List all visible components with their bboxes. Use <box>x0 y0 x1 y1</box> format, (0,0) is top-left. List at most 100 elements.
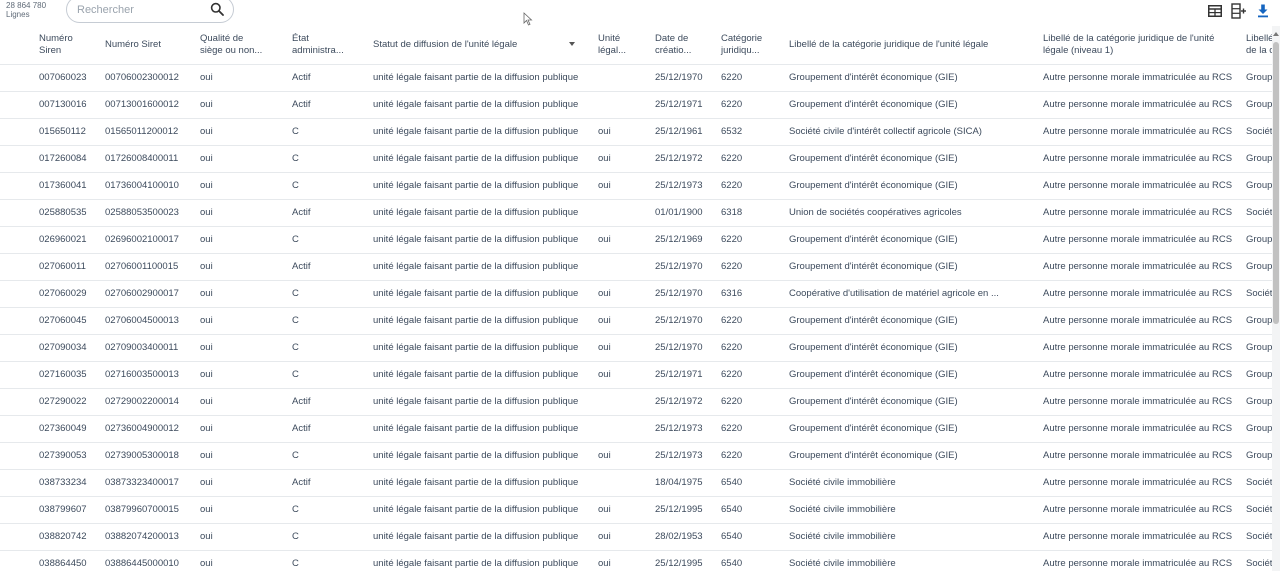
column-header-label: créatio... <box>655 44 692 56</box>
table-row[interactable]: 025880535 02588053500023 oui Actif unité lég… <box>0 199 1272 227</box>
table-row[interactable]: 038799607 03879960700015 oui Cunité légale … <box>0 496 1272 524</box>
cell-libelle-categorie: Groupement d'intérêt économique (GIE) <box>785 388 1039 416</box>
cell-libelle-categorie-extra: Group <box>1242 226 1272 254</box>
cell-libelle-categorie-niveau-1: Autre personne morale immatriculée au RC… <box>1039 199 1242 227</box>
row-count-unit: Lignes <box>6 9 30 19</box>
add-column-icon[interactable] <box>1230 2 1248 20</box>
cell-categorie-juridique: 6220 <box>717 91 785 119</box>
cell-qualite-siege: oui <box>196 199 288 227</box>
column-header-statut-diffusion[interactable]: Statut de diffusion de l'unité légale <box>369 26 594 65</box>
column-header-siren[interactable]: Numéro Siren <box>0 26 101 65</box>
table-row[interactable]: 027390053 02739005300018 oui Cunité légale … <box>0 442 1272 470</box>
search-input[interactable] <box>77 2 203 18</box>
cell-statut-diffusion: unité légale faisant partie de la diffus… <box>369 172 594 200</box>
table-row[interactable]: 027160035 02716003500013 oui Cunité légale … <box>0 361 1272 389</box>
scrollbar-thumb[interactable] <box>1273 42 1279 324</box>
table-row[interactable]: 027060045 02706004500013 oui Cunité légale … <box>0 307 1272 335</box>
cell-etat-administratif: C <box>288 523 369 551</box>
cell-categorie-juridique: 6540 <box>717 469 785 497</box>
table-row[interactable]: 038733234 03873323400017 oui Actif unité lég… <box>0 469 1272 497</box>
table-row[interactable]: 015650112 01565011200012 oui Cunité légale … <box>0 118 1272 146</box>
cell-unite-legale: oui <box>594 172 651 200</box>
table-row[interactable]: 027090034 02709003400011 oui Cunité légale … <box>0 334 1272 362</box>
table-view-icon[interactable] <box>1206 2 1224 20</box>
cell-siret: 03879960700015 <box>101 496 196 524</box>
column-header-label: administra... <box>292 44 344 56</box>
column-header-label: Numéro Siret <box>105 38 161 50</box>
cell-siren: 007130016 <box>0 91 101 119</box>
cell-libelle-categorie-niveau-1: Autre personne morale immatriculée au RC… <box>1039 334 1242 362</box>
table-row[interactable]: 027290022 02729002200014 oui Actif unité lég… <box>0 388 1272 416</box>
sort-desc-icon[interactable] <box>569 42 576 47</box>
cell-statut-diffusion: unité légale faisant partie de la diffus… <box>369 226 594 254</box>
cell-siret: 02696002100017 <box>101 226 196 254</box>
cell-qualite-siege: oui <box>196 253 288 281</box>
cell-etat-administratif: Actif <box>288 469 369 497</box>
table-row[interactable]: 027360049 02736004900012 oui Actif unité lég… <box>0 415 1272 443</box>
download-icon[interactable] <box>1254 2 1272 20</box>
table-row[interactable]: 017360041 01736004100010 oui Cunité légale … <box>0 172 1272 200</box>
cell-libelle-categorie-niveau-1: Autre personne morale immatriculée au RC… <box>1039 91 1242 119</box>
cell-libelle-categorie-niveau-1: Autre personne morale immatriculée au RC… <box>1039 496 1242 524</box>
scroll-up-arrow-icon[interactable] <box>1273 32 1279 36</box>
cell-date-creation: 25/12/1995 <box>651 550 717 571</box>
column-header-label: légale (niveau 1) <box>1043 44 1114 56</box>
cell-siret: 03873323400017 <box>101 469 196 497</box>
cell-libelle-categorie-extra: Group <box>1242 388 1272 416</box>
mouse-cursor-icon <box>523 12 533 26</box>
cell-categorie-juridique: 6220 <box>717 442 785 470</box>
cell-libelle-categorie-niveau-1: Autre personne morale immatriculée au RC… <box>1039 118 1242 146</box>
cell-categorie-juridique: 6220 <box>717 172 785 200</box>
cell-qualite-siege: oui <box>196 145 288 173</box>
cell-siret: 02729002200014 <box>101 388 196 416</box>
table-row[interactable]: 027060011 02706001100015 oui Actif unité lég… <box>0 253 1272 281</box>
cell-unite-legale <box>594 91 651 119</box>
cell-siren: 017360041 <box>0 172 101 200</box>
table-row[interactable]: 026960021 02696002100017 oui Cunité légale … <box>0 226 1272 254</box>
column-header-etat-administratif[interactable]: État administra... <box>288 26 369 65</box>
cell-siren: 027160035 <box>0 361 101 389</box>
column-header-libelle-categorie[interactable]: Libellé de la catégorie juridique de l'u… <box>785 26 1039 65</box>
cell-libelle-categorie-extra: Group <box>1242 361 1272 389</box>
cell-libelle-categorie-niveau-1: Autre personne morale immatriculée au RC… <box>1039 172 1242 200</box>
column-header-libelle-categorie-extra[interactable]: Libellé de la c <box>1242 26 1272 65</box>
column-header-libelle-categorie-niveau-1[interactable]: Libellé de la catégorie juridique de l'u… <box>1039 26 1242 65</box>
cell-libelle-categorie: Groupement d'intérêt économique (GIE) <box>785 334 1039 362</box>
cell-libelle-categorie: Union de sociétés coopératives agricoles <box>785 199 1039 227</box>
cell-libelle-categorie-niveau-1: Autre personne morale immatriculée au RC… <box>1039 226 1242 254</box>
cell-etat-administratif: Actif <box>288 253 369 281</box>
cell-date-creation: 25/12/1973 <box>651 415 717 443</box>
table-row[interactable]: 038864450 03886445000010 oui Cunité légale … <box>0 550 1272 571</box>
toolbar: 28 864 780 Lignes <box>0 0 1280 26</box>
search-icon[interactable] <box>210 2 224 16</box>
cell-libelle-categorie-extra: Sociét <box>1242 496 1272 524</box>
column-header-unite-legale[interactable]: Unité légal... <box>594 26 651 65</box>
cell-statut-diffusion: unité légale faisant partie de la diffus… <box>369 388 594 416</box>
column-header-qualite-siege[interactable]: Qualité de siège ou non... <box>196 26 288 65</box>
column-header-siret[interactable]: Numéro Siret <box>101 26 196 65</box>
cell-unite-legale: oui <box>594 118 651 146</box>
cell-libelle-categorie-extra: Sociét <box>1242 118 1272 146</box>
column-header-date-creation[interactable]: Date de créatio... <box>651 26 717 65</box>
cell-libelle-categorie: Société civile immobilière <box>785 523 1039 551</box>
cell-unite-legale: oui <box>594 550 651 571</box>
cell-categorie-juridique: 6220 <box>717 334 785 362</box>
cell-siret: 02706002900017 <box>101 280 196 308</box>
cell-etat-administratif: C <box>288 280 369 308</box>
cell-siren: 027390053 <box>0 442 101 470</box>
search-box <box>66 0 234 23</box>
column-header-categorie-juridique[interactable]: Catégorie juridiqu... <box>717 26 785 65</box>
table-row[interactable]: 007060023 00706002300012 oui Actif unité lég… <box>0 64 1272 92</box>
table-row[interactable]: 027060029 02706002900017 oui Cunité légale … <box>0 280 1272 308</box>
cell-unite-legale: oui <box>594 145 651 173</box>
table-row[interactable]: 038820742 03882074200013 oui Cunité légale … <box>0 523 1272 551</box>
cell-libelle-categorie-extra: Group <box>1242 253 1272 281</box>
cell-unite-legale: oui <box>594 226 651 254</box>
table-row[interactable]: 017260084 01726008400011 oui Cunité légale … <box>0 145 1272 173</box>
cell-siren: 027290022 <box>0 388 101 416</box>
data-grid: Numéro Siren Numéro Siret Qualité de siège o… <box>0 26 1272 571</box>
data-table: Numéro Siren Numéro Siret Qualité de siège o… <box>0 26 1272 571</box>
table-row[interactable]: 007130016 00713001600012 oui Actif unité lég… <box>0 91 1272 119</box>
cell-siren: 027090034 <box>0 334 101 362</box>
vertical-scrollbar[interactable] <box>1272 26 1280 571</box>
